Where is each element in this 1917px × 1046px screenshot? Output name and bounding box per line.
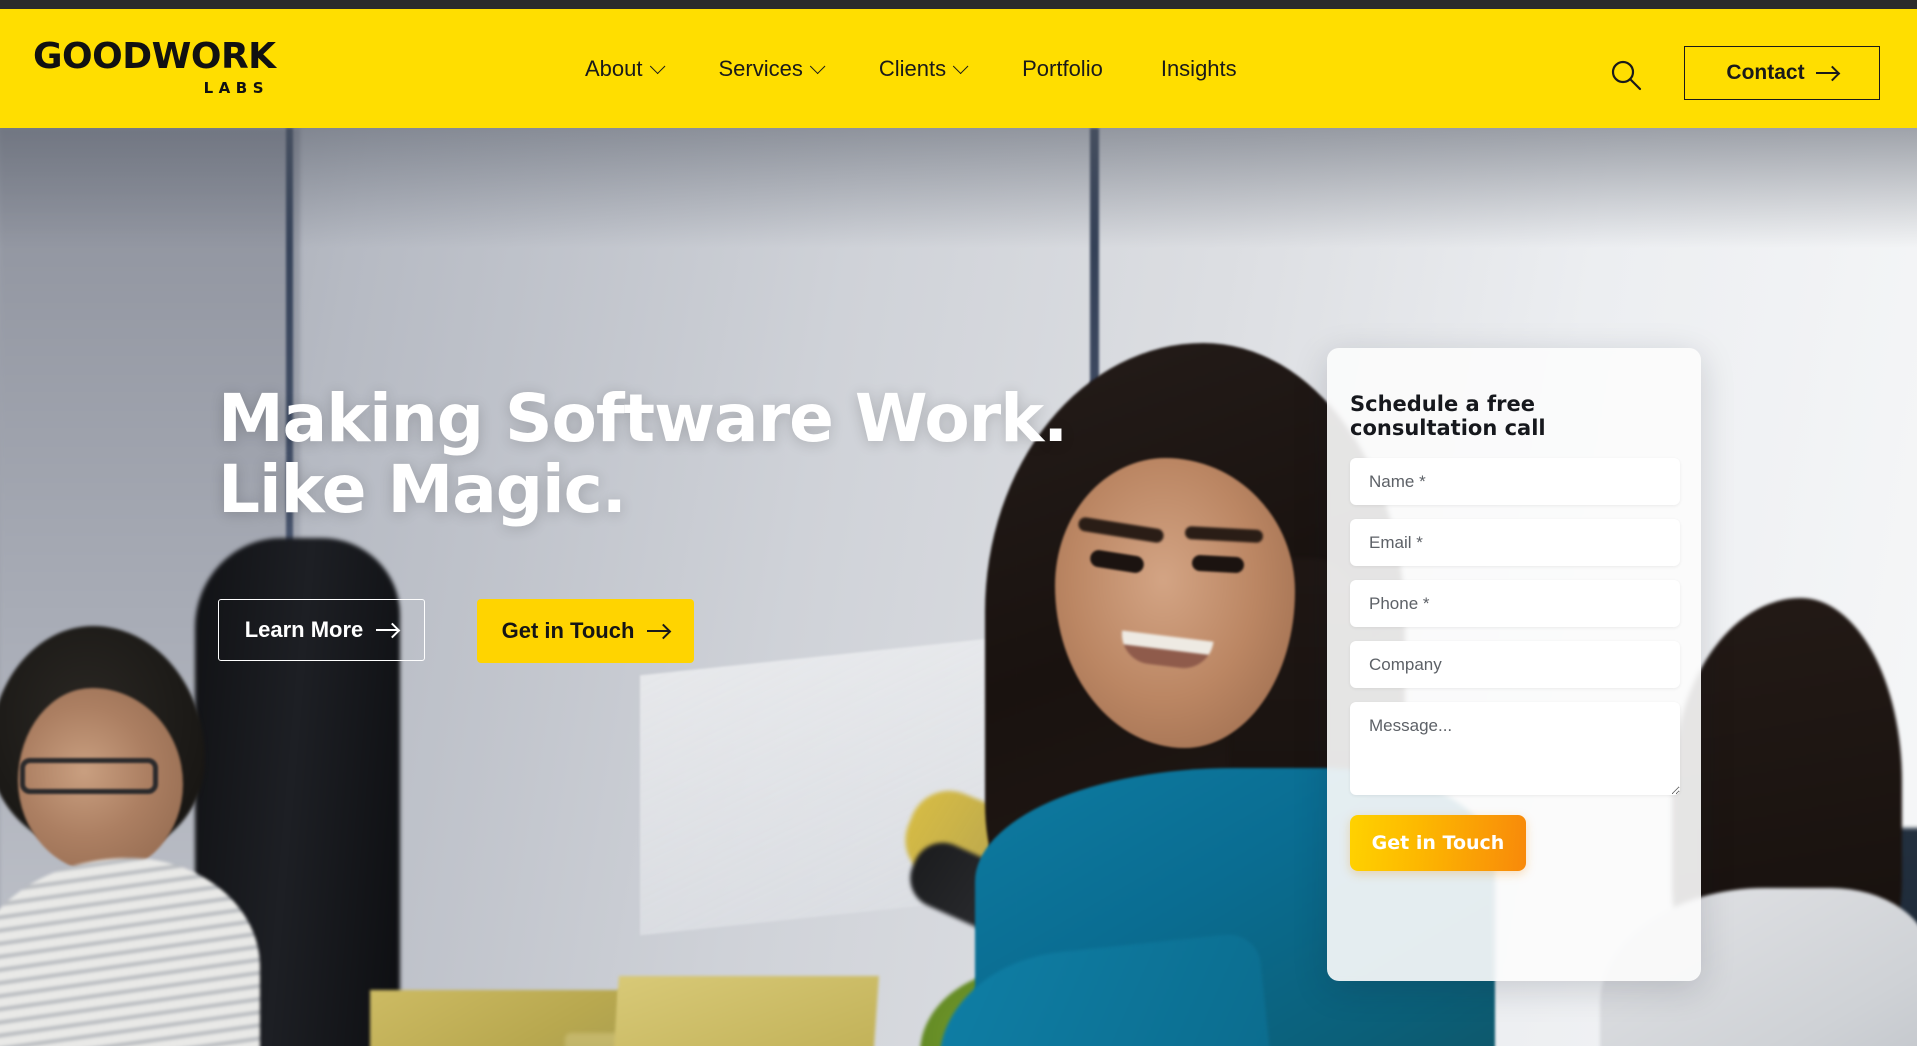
- nav-label-portfolio: Portfolio: [1022, 55, 1103, 81]
- phone-input[interactable]: [1350, 580, 1680, 627]
- message-textarea[interactable]: [1350, 702, 1680, 795]
- get-in-touch-button[interactable]: Get in Touch: [477, 599, 694, 664]
- arrow-right-icon: [1815, 72, 1838, 74]
- chevron-down-icon: [649, 58, 665, 75]
- email-input[interactable]: [1350, 519, 1680, 566]
- person-left-glasses: [20, 758, 158, 794]
- chevron-down-icon: [952, 58, 969, 75]
- nav-label-clients: Clients: [878, 55, 947, 81]
- arrow-right-icon: [376, 629, 399, 632]
- nav-item-clients[interactable]: Clients: [850, 56, 993, 82]
- main-navigation: About Services Clients Portfolio Insight…: [556, 9, 1266, 128]
- hero-copy: Making Software Work. Like Magic. Learn …: [218, 380, 1068, 664]
- form-submit-button[interactable]: Get in Touch: [1350, 815, 1526, 871]
- nav-label-services: Services: [718, 55, 803, 81]
- contact-button[interactable]: Contact: [1684, 46, 1880, 100]
- company-input[interactable]: [1350, 641, 1680, 688]
- name-input[interactable]: [1350, 458, 1680, 505]
- site-logo[interactable]: GOODWORK LABS: [33, 36, 276, 97]
- search-icon[interactable]: [1608, 57, 1644, 93]
- get-in-touch-label: Get in Touch: [501, 618, 635, 644]
- nav-item-about[interactable]: About: [556, 56, 690, 82]
- site-header: GOODWORK LABS About Services Clients Por…: [0, 9, 1917, 128]
- arrow-right-icon: [647, 630, 670, 633]
- monitor-screen: [605, 976, 879, 1046]
- person-center-eye: [1191, 554, 1245, 574]
- contact-button-label: Contact: [1726, 61, 1805, 84]
- form-title: Schedule a free consultation call: [1350, 392, 1546, 440]
- consultation-form-card: Schedule a free consultation call Get in…: [1327, 348, 1701, 981]
- browser-top-strip: [0, 0, 1917, 9]
- hero-section: Making Software Work. Like Magic. Learn …: [0, 128, 1917, 1046]
- learn-more-label: Learn More: [244, 617, 364, 643]
- ceiling-shadow: [0, 128, 1917, 248]
- learn-more-button[interactable]: Learn More: [218, 599, 425, 662]
- nav-label-insights: Insights: [1160, 55, 1237, 81]
- logo-wordmark: GOODWORK: [33, 36, 276, 77]
- nav-item-portfolio[interactable]: Portfolio: [993, 56, 1132, 82]
- hero-headline: Making Software Work. Like Magic.: [218, 380, 1068, 528]
- hero-headline-line2: Like Magic.: [218, 450, 627, 528]
- hero-headline-line1: Making Software Work.: [218, 380, 1068, 457]
- logo-subtext: LABS: [203, 79, 269, 97]
- nav-item-services[interactable]: Services: [690, 56, 850, 82]
- hero-cta-group: Learn More Get in Touch: [218, 599, 1067, 664]
- nav-label-about: About: [585, 55, 643, 81]
- chevron-down-icon: [809, 58, 826, 75]
- nav-item-insights[interactable]: Insights: [1132, 56, 1266, 82]
